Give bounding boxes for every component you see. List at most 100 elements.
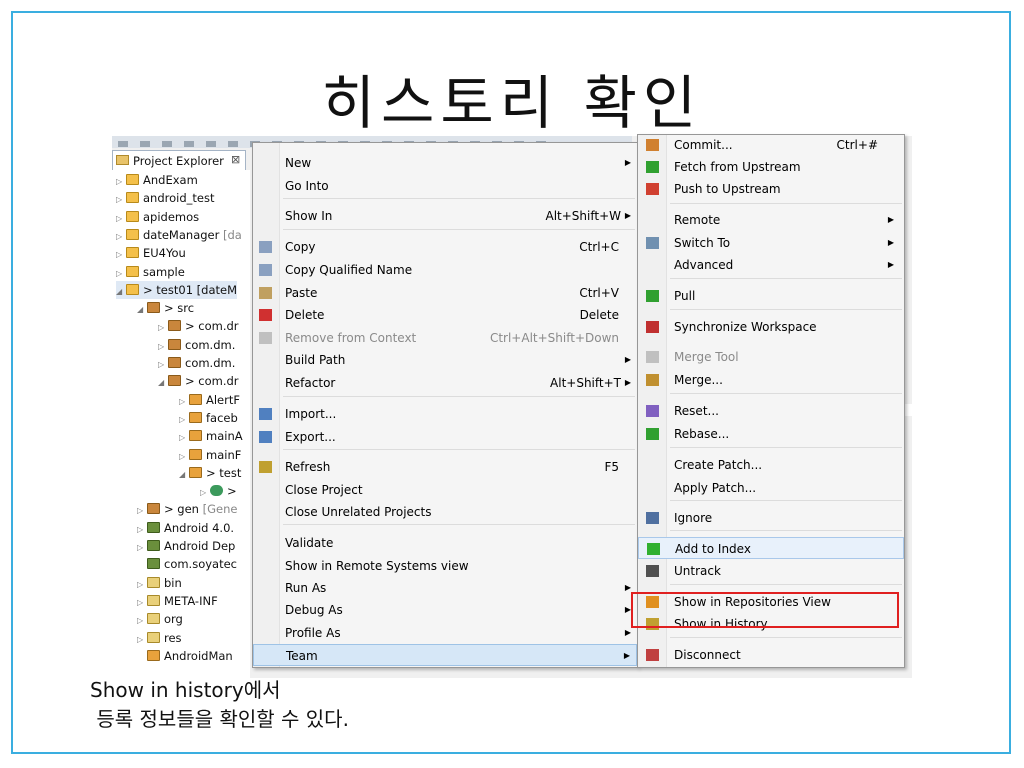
- tree-item[interactable]: ▷ Android Dep: [137, 537, 235, 555]
- expanded-twisty-icon[interactable]: ◢: [137, 301, 147, 319]
- team-item-merge[interactable]: Merge...: [638, 369, 904, 391]
- menu-item-run-as[interactable]: Run As ▶: [253, 577, 637, 599]
- menu-item-profile-as[interactable]: Profile As ▶: [253, 622, 637, 644]
- team-item-synchronize-workspace[interactable]: Synchronize Workspace: [638, 316, 904, 338]
- tree-item[interactable]: ▷ android_test: [116, 189, 214, 207]
- toolbar-icon[interactable]: [118, 141, 128, 147]
- toolbar-icon[interactable]: [206, 141, 216, 147]
- tree-item[interactable]: com.soyatec: [137, 555, 237, 573]
- menu-item-close-project[interactable]: Close Project: [253, 479, 637, 501]
- tree-item[interactable]: ▷ mainF: [179, 446, 241, 464]
- collapsed-twisty-icon[interactable]: ▷: [116, 228, 126, 246]
- team-item-remote[interactable]: Remote ▶: [638, 209, 904, 231]
- tree-item[interactable]: ▷ dateManager [da: [116, 226, 242, 244]
- expanded-twisty-icon[interactable]: ◢: [116, 283, 126, 301]
- collapsed-twisty-icon[interactable]: ▷: [116, 246, 126, 264]
- team-item-push-to-upstream[interactable]: Push to Upstream: [638, 178, 904, 200]
- tree-item[interactable]: ▷ > com.dr: [158, 317, 239, 335]
- tree-item[interactable]: ▷ com.dm.: [158, 354, 235, 372]
- tree-item[interactable]: ▷ org: [137, 610, 183, 628]
- menu-item-remove-from-context[interactable]: Remove from Context Ctrl+Alt+Shift+Down: [253, 327, 637, 349]
- collapsed-twisty-icon[interactable]: ▷: [179, 429, 189, 447]
- tree-item[interactable]: ▷ sample: [116, 263, 185, 281]
- tree-item[interactable]: ▷ > gen [Gene: [137, 500, 237, 518]
- collapsed-twisty-icon[interactable]: ▷: [137, 502, 147, 520]
- collapsed-twisty-icon[interactable]: ▷: [116, 265, 126, 283]
- collapsed-twisty-icon[interactable]: ▷: [179, 411, 189, 429]
- tree-item[interactable]: ▷ Android 4.0.: [137, 519, 234, 537]
- menu-item-with[interactable]: With: [253, 665, 637, 669]
- collapsed-twisty-icon[interactable]: ▷: [179, 393, 189, 411]
- menu-item-new[interactable]: New ▶: [253, 152, 637, 174]
- team-item-reset[interactable]: Reset...: [638, 400, 904, 422]
- team-item-disconnect[interactable]: Disconnect: [638, 644, 904, 666]
- tab-project-explorer[interactable]: Project Explorer ⊠: [112, 150, 246, 170]
- expanded-twisty-icon[interactable]: ◢: [158, 374, 168, 392]
- menu-item-export[interactable]: Export...: [253, 426, 637, 448]
- collapsed-twisty-icon[interactable]: ▷: [137, 539, 147, 557]
- tree-item[interactable]: ◢ > test01 [dateM: [116, 280, 238, 301]
- close-icon[interactable]: ⊠: [231, 153, 240, 166]
- collapsed-twisty-icon[interactable]: ▷: [116, 210, 126, 228]
- menu-item-import[interactable]: Import...: [253, 403, 637, 425]
- toolbar-icon[interactable]: [162, 141, 172, 147]
- collapsed-twisty-icon[interactable]: ▷: [137, 631, 147, 649]
- team-item-untrack[interactable]: Untrack: [638, 560, 904, 582]
- team-item-rebase[interactable]: Rebase...: [638, 423, 904, 445]
- team-item-advanced[interactable]: Advanced ▶: [638, 254, 904, 276]
- collapsed-twisty-icon[interactable]: ▷: [137, 521, 147, 539]
- tree-item[interactable]: ◢ > src: [137, 299, 194, 317]
- collapsed-twisty-icon[interactable]: ▷: [137, 612, 147, 630]
- team-item-fetch-from-upstream[interactable]: Fetch from Upstream: [638, 156, 904, 178]
- team-item-ignore[interactable]: Ignore: [638, 507, 904, 529]
- team-item-merge-tool[interactable]: Merge Tool: [638, 346, 904, 368]
- collapsed-twisty-icon[interactable]: ▷: [116, 191, 126, 209]
- team-item-apply-patch[interactable]: Apply Patch...: [638, 477, 904, 499]
- tree-item[interactable]: ▷ AndExam: [116, 171, 198, 189]
- menu-item-refresh[interactable]: Refresh F5: [253, 456, 637, 478]
- menu-item-copy[interactable]: Copy Ctrl+C: [253, 236, 637, 258]
- collapsed-twisty-icon[interactable]: ▷: [158, 338, 168, 356]
- toolbar-icon[interactable]: [140, 141, 150, 147]
- menu-item-go-into[interactable]: Go Into: [253, 175, 637, 197]
- team-item-add-to-index[interactable]: Add to Index: [638, 537, 904, 559]
- tree-item[interactable]: ▷ >: [200, 482, 237, 500]
- menu-item-show-in[interactable]: Show In Alt+Shift+W ▶: [253, 205, 637, 227]
- tree-item[interactable]: ▷ mainA: [179, 427, 243, 445]
- menu-item-copy-qualified-name[interactable]: Copy Qualified Name: [253, 259, 637, 281]
- tree-item[interactable]: AndroidMan: [137, 647, 233, 665]
- menu-item-close-unrelated-projects[interactable]: Close Unrelated Projects: [253, 501, 637, 523]
- team-item-switch-to[interactable]: Switch To ▶: [638, 232, 904, 254]
- menu-item-paste[interactable]: Paste Ctrl+V: [253, 282, 637, 304]
- collapsed-twisty-icon[interactable]: ▷: [158, 319, 168, 337]
- tree-item[interactable]: ◢ > com.dr: [158, 372, 239, 390]
- toolbar-icon[interactable]: [228, 141, 238, 147]
- collapsed-twisty-icon[interactable]: ▷: [137, 576, 147, 594]
- tree-item[interactable]: ▷ META-INF: [137, 592, 218, 610]
- menu-item-show-in-remote-systems-view[interactable]: Show in Remote Systems view: [253, 555, 637, 577]
- collapsed-twisty-icon[interactable]: ▷: [200, 484, 210, 502]
- tree-item[interactable]: ▷ apidemos: [116, 208, 199, 226]
- tree-item[interactable]: ▷ com.dm.: [158, 336, 235, 354]
- menu-item-refactor[interactable]: Refactor Alt+Shift+T ▶: [253, 372, 637, 394]
- collapsed-twisty-icon[interactable]: ▷: [158, 356, 168, 374]
- collapsed-twisty-icon[interactable]: ▷: [179, 448, 189, 466]
- team-item-pull[interactable]: Pull: [638, 285, 904, 307]
- toolbar-icon[interactable]: [184, 141, 194, 147]
- menu-item-debug-as[interactable]: Debug As ▶: [253, 599, 637, 621]
- tree-item[interactable]: ▷ bin: [137, 574, 182, 592]
- tree-item[interactable]: ▷ faceb: [179, 409, 238, 427]
- menu-item-delete[interactable]: Delete Delete: [253, 304, 637, 326]
- tree-item[interactable]: ▷ AlertF: [179, 391, 240, 409]
- menu-item-validate[interactable]: Validate: [253, 532, 637, 554]
- tree-item[interactable]: ◢ > test: [179, 464, 241, 482]
- expanded-twisty-icon[interactable]: ◢: [179, 466, 189, 484]
- tree-item[interactable]: ▷ EU4You: [116, 244, 186, 262]
- collapsed-twisty-icon[interactable]: ▷: [116, 173, 126, 191]
- team-item-commit[interactable]: Commit... Ctrl+#: [638, 134, 904, 156]
- menu-item-team[interactable]: Team ▶: [253, 644, 637, 666]
- team-item-create-patch[interactable]: Create Patch...: [638, 454, 904, 476]
- tree-item[interactable]: ▷ res: [137, 629, 182, 647]
- menu-item-build-path[interactable]: Build Path ▶: [253, 349, 637, 371]
- collapsed-twisty-icon[interactable]: ▷: [137, 594, 147, 612]
